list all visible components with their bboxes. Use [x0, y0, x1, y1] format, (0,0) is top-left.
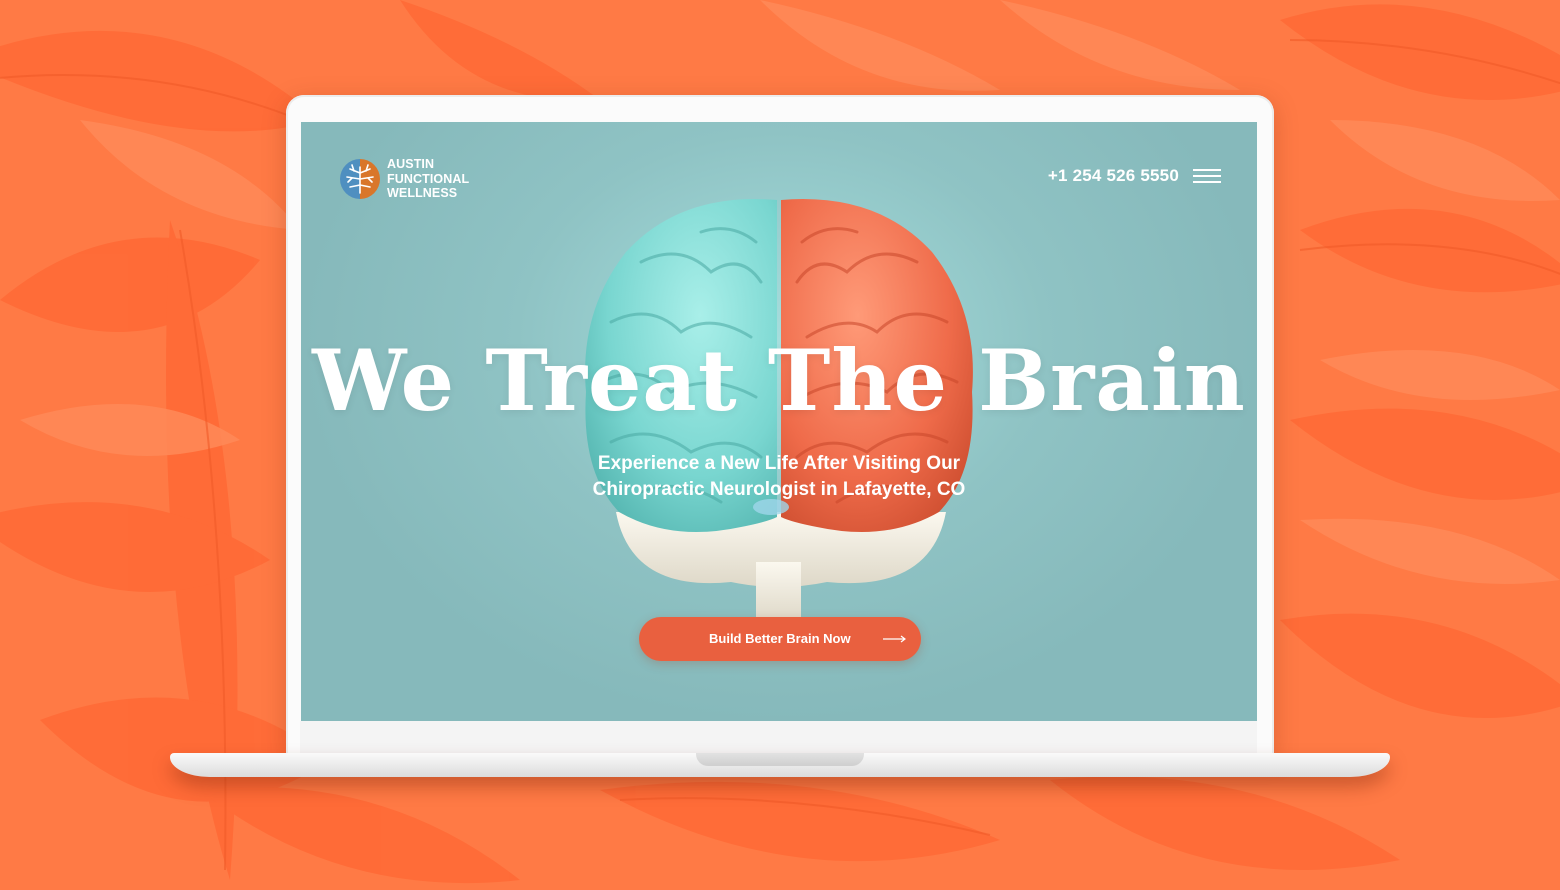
hero-subtitle-line1: Experience a New Life After Visiting Our: [597, 453, 961, 474]
brain-tree-logo-icon: [340, 159, 380, 199]
hero-title: We Treat The Brain: [312, 331, 1246, 430]
brand-name-line1: AUSTIN: [387, 157, 435, 172]
hamburger-menu-icon[interactable]: [1193, 169, 1221, 185]
phone-link[interactable]: +1 254 526 5550: [1048, 166, 1179, 186]
brand-name-line3: WELLNESS: [387, 186, 458, 201]
laptop-notch: [696, 753, 864, 766]
hero-subtitle: Experience a New Life After Visiting Our…: [301, 451, 1257, 503]
brand-name-line2: FUNCTIONAL: [387, 171, 470, 186]
arrow-right-icon: [883, 635, 906, 643]
build-better-brain-button[interactable]: Build Better Brain Now: [639, 617, 921, 661]
brand-logo[interactable]: AUSTIN FUNCTIONAL WELLNESS: [338, 157, 469, 201]
cta-label: Build Better Brain Now: [709, 631, 851, 646]
website-screen: AUSTIN FUNCTIONAL WELLNESS +1 254 526 55…: [301, 122, 1257, 721]
laptop-bezel-bottom: [300, 721, 1257, 753]
hero-subtitle-line2: Chiropractic Neurologist in Lafayette, C…: [592, 479, 966, 500]
